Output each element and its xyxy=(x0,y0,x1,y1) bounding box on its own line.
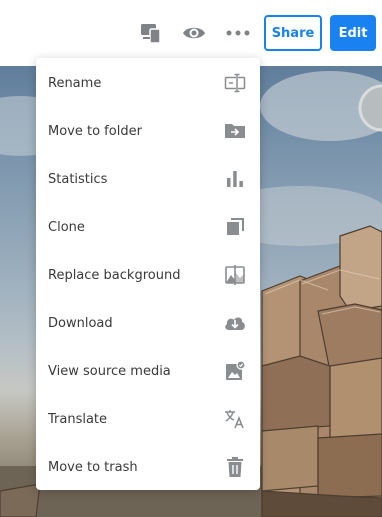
share-button[interactable]: Share xyxy=(264,15,322,51)
clone-icon xyxy=(223,215,247,239)
menu-item-label: Translate xyxy=(48,411,108,427)
menu-item-replace-background[interactable]: Replace background xyxy=(36,251,260,299)
bar-chart-icon xyxy=(223,167,247,191)
rename-icon xyxy=(223,71,247,95)
menu-item-label: Replace background xyxy=(48,267,181,283)
replace-image-icon xyxy=(223,263,247,287)
source-media-icon xyxy=(223,359,247,383)
menu-item-label: View source media xyxy=(48,363,171,379)
menu-item-label: Move to trash xyxy=(48,459,138,475)
devices-icon[interactable] xyxy=(138,20,164,46)
top-toolbar: Share Edit xyxy=(0,0,382,66)
preview-eye-icon[interactable] xyxy=(181,20,207,46)
move-folder-icon xyxy=(223,119,247,143)
menu-item-label: Statistics xyxy=(48,171,108,187)
translate-icon xyxy=(223,407,247,431)
menu-item-download[interactable]: Download xyxy=(36,299,260,347)
trash-icon xyxy=(223,455,247,479)
more-options-icon[interactable] xyxy=(225,20,251,46)
menu-item-clone[interactable]: Clone xyxy=(36,203,260,251)
menu-item-rename[interactable]: Rename xyxy=(36,59,260,107)
menu-item-label: Rename xyxy=(48,75,102,91)
menu-item-move-to-trash[interactable]: Move to trash xyxy=(36,443,260,491)
menu-item-label: Clone xyxy=(48,219,85,235)
cloud-download-icon xyxy=(223,311,247,335)
menu-item-statistics[interactable]: Statistics xyxy=(36,155,260,203)
menu-item-move-to-folder[interactable]: Move to folder xyxy=(36,107,260,155)
more-options-menu: Rename Move to folder Statistics Clone R… xyxy=(36,58,260,490)
menu-item-view-source-media[interactable]: View source media xyxy=(36,347,260,395)
menu-item-label: Download xyxy=(48,315,113,331)
menu-item-translate[interactable]: Translate xyxy=(36,395,260,443)
edit-button[interactable]: Edit xyxy=(330,15,376,51)
menu-item-label: Move to folder xyxy=(48,123,142,139)
